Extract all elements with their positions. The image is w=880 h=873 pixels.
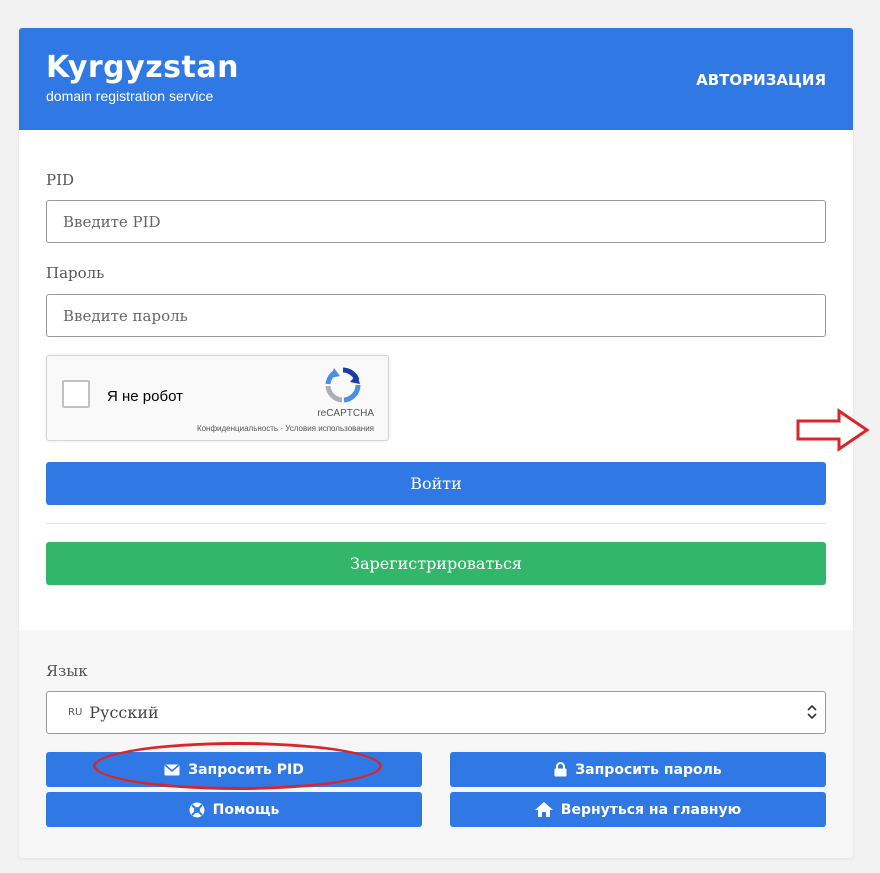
ru-flag-icon: RU xyxy=(68,707,83,718)
language-select[interactable]: RU Русский xyxy=(46,691,826,734)
annotation-ellipse xyxy=(93,742,382,790)
lock-icon xyxy=(554,762,567,777)
password-label: Пароль xyxy=(46,264,105,282)
language-selected: Русский xyxy=(89,703,159,722)
pid-input[interactable] xyxy=(46,200,826,243)
pid-label: PID xyxy=(46,171,75,189)
logo-title[interactable]: Kyrgyzstan xyxy=(46,50,239,85)
recaptcha-checkbox[interactable] xyxy=(62,380,90,408)
recaptcha-logo-icon xyxy=(325,367,361,403)
request-password-label: Запросить пароль xyxy=(575,761,722,778)
logo-subtitle: domain registration service xyxy=(46,88,214,104)
footer-panel: Язык RU Русский Запросить PID Запросить … xyxy=(19,630,853,858)
login-card: Kyrgyzstan domain registration service А… xyxy=(19,28,853,858)
divider xyxy=(46,523,826,524)
authorization-link[interactable]: АВТОРИЗАЦИЯ xyxy=(696,71,826,89)
help-label: Помощь xyxy=(212,801,280,818)
chevron-updown-icon xyxy=(807,705,817,719)
lifebuoy-icon xyxy=(189,802,205,818)
recaptcha-label: Я не робот xyxy=(107,388,183,405)
home-label: Вернуться на главную xyxy=(560,801,742,818)
language-label: Язык xyxy=(46,662,88,680)
password-input[interactable] xyxy=(46,294,826,337)
home-button[interactable]: Вернуться на главную xyxy=(450,792,826,827)
help-button[interactable]: Помощь xyxy=(46,792,422,827)
annotation-arrow-icon xyxy=(796,408,870,452)
recaptcha-brand: reCAPTCHA xyxy=(317,408,374,419)
recaptcha-widget: Я не робот reCAPTCHA Конфиденциальность … xyxy=(46,355,389,441)
recaptcha-links[interactable]: Конфиденциальность - Условия использован… xyxy=(197,424,374,433)
request-password-button[interactable]: Запросить пароль xyxy=(450,752,826,787)
header-bar: Kyrgyzstan domain registration service А… xyxy=(19,28,853,130)
home-icon xyxy=(534,802,553,817)
login-button[interactable]: Войти xyxy=(46,462,826,505)
register-button[interactable]: Зарегистрироваться xyxy=(46,542,826,585)
